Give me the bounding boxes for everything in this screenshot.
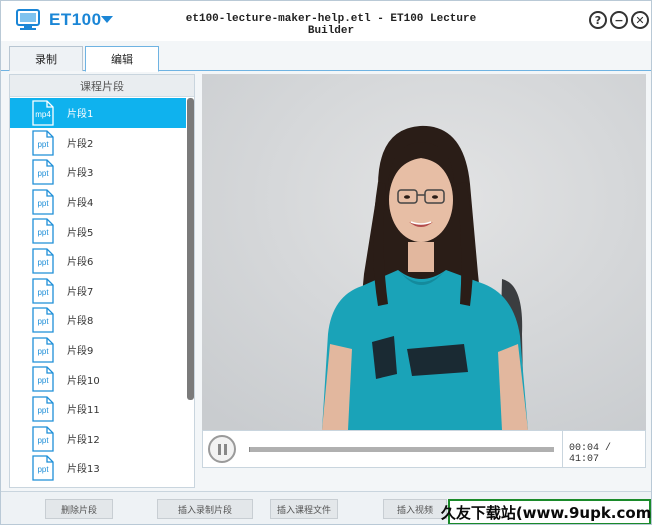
segment-item[interactable]: ppt 片段4 bbox=[10, 187, 186, 217]
segment-item[interactable]: ppt 片段5 bbox=[10, 216, 186, 246]
segment-label: 片段10 bbox=[67, 375, 100, 387]
file-type-label: ppt bbox=[37, 376, 49, 386]
file-icon: ppt bbox=[32, 366, 54, 392]
file-icon: ppt bbox=[32, 189, 54, 215]
segment-label: 片段2 bbox=[67, 138, 94, 150]
segment-item[interactable]: ppt 片段3 bbox=[10, 157, 186, 187]
progress-bar[interactable] bbox=[249, 447, 554, 452]
segment-item[interactable]: ppt 片段10 bbox=[10, 364, 186, 394]
window-title: et100-lecture-maker-help.etl - ET100 Lec… bbox=[185, 13, 477, 37]
file-icon: mp4 bbox=[32, 100, 54, 126]
chevron-down-icon[interactable] bbox=[101, 16, 113, 23]
file-type-label: ppt bbox=[37, 287, 49, 297]
segment-label: 片段6 bbox=[67, 257, 94, 269]
tab-bar: 录制 编辑 bbox=[1, 41, 651, 72]
segment-label: 片段5 bbox=[67, 227, 94, 239]
segment-label: 片段3 bbox=[67, 168, 94, 180]
time-display: 00:04 / 41:07 bbox=[569, 443, 612, 465]
file-icon: ppt bbox=[32, 277, 54, 304]
file-icon: ppt bbox=[32, 455, 54, 481]
segment-label: 片段4 bbox=[67, 198, 94, 210]
delete-segment-button[interactable]: 删除片段 bbox=[45, 499, 113, 519]
segment-list: mp4 片段1 ppt 片段2 ppt 片段3 ppt 片段4 ppt 片段5 ppt 片段6 ppt 片… bbox=[10, 98, 186, 483]
pause-icon bbox=[217, 443, 221, 455]
tab-edit[interactable]: 编辑 bbox=[85, 46, 159, 72]
brand-name[interactable]: ET100 bbox=[49, 10, 102, 30]
segment-label: 片段9 bbox=[67, 346, 94, 358]
file-icon: ppt bbox=[32, 159, 54, 185]
minimize-button[interactable]: − bbox=[610, 11, 628, 29]
segment-label: 片段11 bbox=[67, 405, 100, 417]
segment-item[interactable]: mp4 片段1 bbox=[10, 98, 186, 128]
video-preview[interactable] bbox=[202, 74, 646, 430]
segment-item[interactable]: ppt 片段12 bbox=[10, 424, 186, 454]
segment-panel-header: 课程片段 bbox=[10, 75, 194, 97]
segment-label: 片段13 bbox=[67, 464, 100, 476]
title-bar: ET100 et100-lecture-maker-help.etl - ET1… bbox=[1, 1, 651, 41]
tab-record[interactable]: 录制 bbox=[9, 46, 83, 71]
site-watermark: 久友下载站(www.9upk.com) bbox=[441, 499, 651, 524]
insert-recorded-segment-button[interactable]: 插入录制片段 bbox=[157, 499, 253, 519]
player-controls: 00:04 / 41:07 bbox=[202, 430, 646, 468]
file-icon: ppt bbox=[32, 396, 54, 422]
close-button[interactable]: ✕ bbox=[631, 11, 649, 29]
segment-item[interactable]: ppt 片段13 bbox=[10, 453, 186, 483]
file-icon: ppt bbox=[32, 337, 54, 363]
file-type-label: ppt bbox=[37, 346, 49, 356]
segment-panel: 课程片段 mp4 片段1 ppt 片段2 ppt 片段3 ppt 片段4 ppt 片段5 ppt 片段… bbox=[9, 74, 195, 488]
file-type-label: ppt bbox=[37, 317, 49, 327]
file-type-label: ppt bbox=[37, 465, 49, 475]
video-frame-image bbox=[202, 74, 646, 430]
file-type-label: ppt bbox=[37, 257, 49, 267]
segment-label: 片段1 bbox=[67, 109, 94, 121]
file-icon: ppt bbox=[32, 248, 54, 274]
pause-button[interactable] bbox=[208, 435, 236, 463]
segment-list-scrollbar[interactable] bbox=[187, 98, 194, 400]
file-type-label: ppt bbox=[37, 169, 49, 179]
file-type-label: ppt bbox=[37, 228, 49, 238]
file-icon: ppt bbox=[32, 425, 54, 452]
app-window: ET100 et100-lecture-maker-help.etl - ET1… bbox=[0, 0, 652, 525]
insert-course-file-button[interactable]: 插入课程文件 bbox=[270, 499, 338, 519]
et100-logo-icon bbox=[16, 9, 40, 30]
file-type-label: mp4 bbox=[35, 110, 51, 119]
file-icon: ppt bbox=[32, 307, 54, 333]
segment-item[interactable]: ppt 片段6 bbox=[10, 246, 186, 276]
segment-item[interactable]: ppt 片段8 bbox=[10, 305, 186, 335]
help-button[interactable]: ? bbox=[589, 11, 607, 29]
segment-item[interactable]: ppt 片段7 bbox=[10, 276, 186, 306]
segment-label: 片段8 bbox=[67, 316, 94, 328]
segment-item[interactable]: ppt 片段11 bbox=[10, 394, 186, 424]
segment-item[interactable]: ppt 片段2 bbox=[10, 128, 186, 158]
segment-label: 片段12 bbox=[67, 434, 100, 446]
file-type-label: ppt bbox=[37, 198, 49, 208]
player-divider bbox=[562, 431, 563, 467]
file-icon: ppt bbox=[32, 218, 54, 245]
file-icon: ppt bbox=[32, 129, 54, 156]
file-type-label: ppt bbox=[37, 435, 49, 445]
segment-label: 片段7 bbox=[67, 286, 94, 298]
insert-video-button[interactable]: 插入视频 bbox=[383, 499, 447, 519]
file-type-label: ppt bbox=[37, 139, 49, 149]
file-type-label: ppt bbox=[37, 405, 49, 415]
segment-item[interactable]: ppt 片段9 bbox=[10, 335, 186, 365]
